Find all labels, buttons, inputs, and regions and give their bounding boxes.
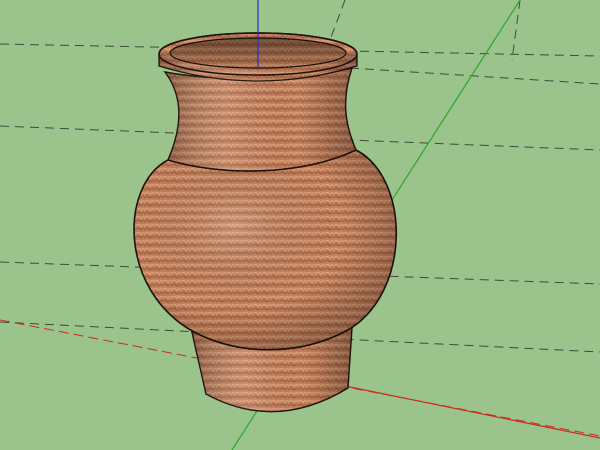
3d-viewport[interactable] — [0, 0, 600, 450]
scene-canvas[interactable] — [0, 0, 600, 450]
vase-neck-shading — [165, 68, 356, 171]
